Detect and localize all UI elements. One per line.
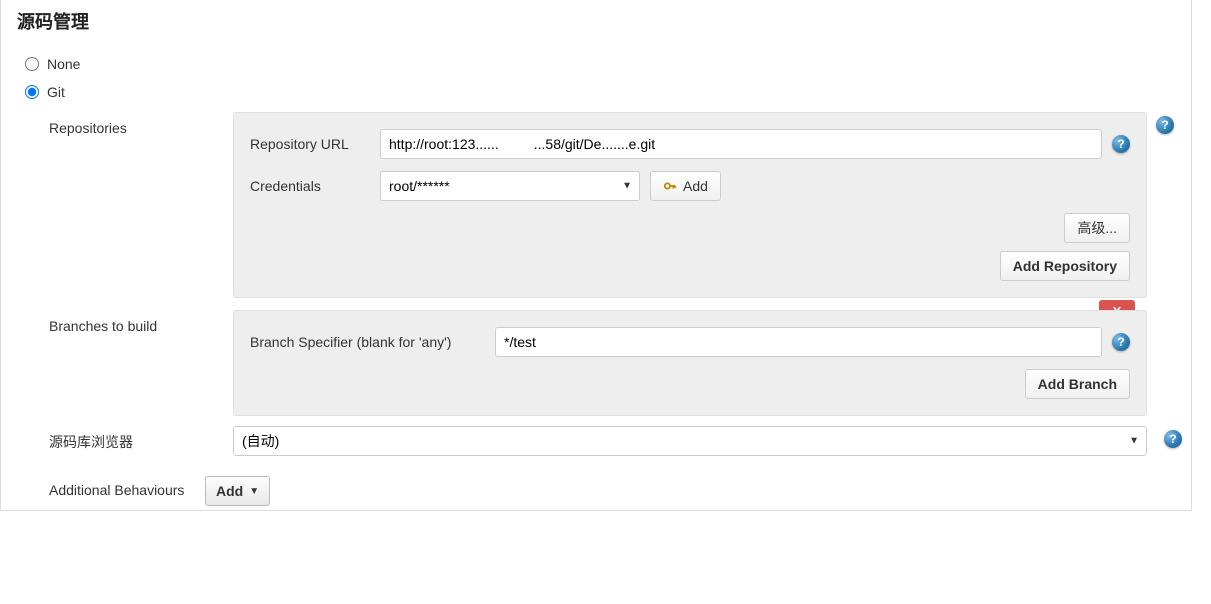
key-icon: [663, 179, 677, 193]
browser-label: 源码库浏览器: [25, 426, 233, 452]
branch-specifier-label: Branch Specifier (blank for 'any'): [250, 334, 495, 350]
help-icon[interactable]: ?: [1164, 430, 1182, 448]
help-icon[interactable]: ?: [1112, 333, 1130, 351]
advanced-button[interactable]: 高级...: [1064, 213, 1130, 243]
add-branch-button[interactable]: Add Branch: [1025, 369, 1130, 399]
help-icon[interactable]: ?: [1112, 135, 1130, 153]
add-repository-button[interactable]: Add Repository: [1000, 251, 1130, 281]
chevron-down-icon: ▼: [249, 486, 259, 497]
scm-git-radio[interactable]: [25, 85, 39, 99]
add-behaviour-button[interactable]: Add ▼: [205, 476, 270, 506]
help-icon[interactable]: ?: [1156, 116, 1174, 134]
section-title: 源码管理: [1, 0, 1191, 50]
repo-url-input[interactable]: [380, 129, 1102, 159]
branches-label: Branches to build: [25, 310, 233, 334]
repositories-label: Repositories: [25, 112, 233, 136]
scm-git-label[interactable]: Git: [47, 84, 65, 100]
add-credentials-label: Add: [683, 178, 708, 194]
scm-none-label[interactable]: None: [47, 56, 80, 72]
credentials-select[interactable]: root/******: [380, 171, 640, 201]
additional-behaviours-label: Additional Behaviours: [25, 476, 205, 498]
add-behaviour-label: Add: [216, 483, 243, 499]
credentials-label: Credentials: [250, 178, 380, 194]
scm-none-radio[interactable]: [25, 57, 39, 71]
repo-url-label: Repository URL: [250, 136, 380, 152]
branch-specifier-input[interactable]: [495, 327, 1102, 357]
repo-browser-select[interactable]: (自动): [233, 426, 1147, 456]
add-credentials-button[interactable]: Add: [650, 171, 721, 201]
